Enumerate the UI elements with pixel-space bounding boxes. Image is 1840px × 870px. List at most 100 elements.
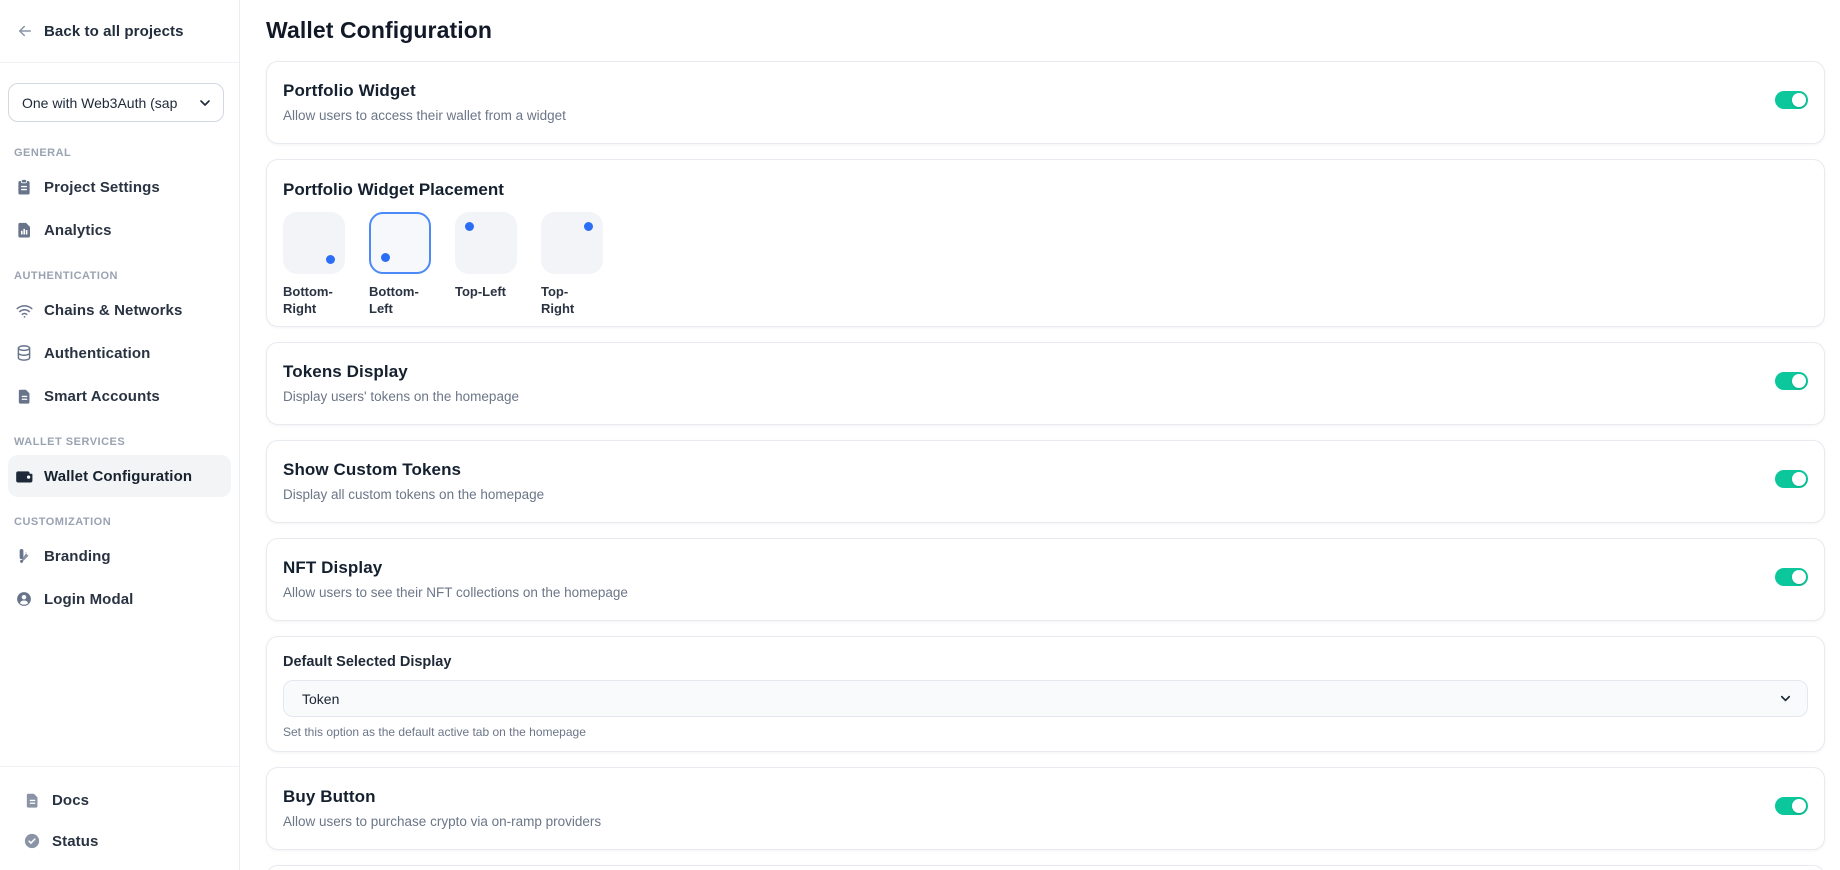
- settings-card-list: Portfolio Widget Allow users to access t…: [266, 61, 1825, 870]
- sidebar-item-label: Project Settings: [44, 179, 160, 196]
- sidebar-item-label: Wallet Configuration: [44, 468, 192, 485]
- section-label-authentication: AUTHENTICATION: [0, 265, 239, 287]
- sidebar-item-docs[interactable]: Docs: [16, 780, 223, 820]
- placement-label: Top-Right: [541, 283, 601, 317]
- placement-tile: [541, 212, 603, 274]
- file-icon: [14, 386, 34, 406]
- chevron-down-icon: [1778, 691, 1793, 706]
- chevron-down-icon: [197, 95, 213, 111]
- sidebar-footer: Docs Status: [0, 766, 239, 870]
- back-to-projects-link[interactable]: Back to all projects: [0, 0, 239, 63]
- card-text: NFT Display Allow users to see their NFT…: [283, 557, 628, 602]
- back-arrow-icon: [16, 22, 34, 40]
- card-description: Display users' tokens on the homepage: [283, 388, 519, 406]
- card-partially-visible: [266, 865, 1825, 870]
- tokens-display-toggle[interactable]: [1775, 372, 1808, 390]
- placement-dot: [465, 222, 474, 231]
- section-label-general: GENERAL: [0, 142, 239, 164]
- placement-dot: [584, 222, 593, 231]
- card-show-custom-tokens: Show Custom Tokens Display all custom to…: [266, 440, 1825, 523]
- card-title: Portfolio Widget: [283, 80, 566, 102]
- nft-display-toggle[interactable]: [1775, 568, 1808, 586]
- project-selector-value: One with Web3Auth (sap: [22, 95, 197, 111]
- toggle-knob: [1792, 374, 1806, 388]
- card-text: Tokens Display Display users' tokens on …: [283, 361, 519, 406]
- doc-icon: [22, 790, 42, 810]
- placement-tile: [283, 212, 345, 274]
- card-title: Portfolio Widget Placement: [283, 179, 1808, 201]
- sidebar-item-login-modal[interactable]: Login Modal: [8, 578, 231, 620]
- sidebar-item-label: Analytics: [44, 222, 112, 239]
- card-text: Show Custom Tokens Display all custom to…: [283, 459, 544, 504]
- buy-button-toggle[interactable]: [1775, 797, 1808, 815]
- sidebar-item-label: Status: [52, 833, 98, 850]
- placement-option-top-left[interactable]: Top-Left: [455, 212, 517, 317]
- card-description: Allow users to purchase crypto via on-ra…: [283, 813, 601, 831]
- app-window: Back to all projects One with Web3Auth (…: [0, 0, 1840, 870]
- database-icon: [14, 343, 34, 363]
- select-value: Token: [302, 691, 1778, 707]
- card-title: NFT Display: [283, 557, 628, 579]
- section-label-wallet-services: WALLET SERVICES: [0, 431, 239, 453]
- placement-option-bottom-left[interactable]: Bottom-Left: [369, 212, 431, 317]
- sidebar-item-chains-networks[interactable]: Chains & Networks: [8, 289, 231, 331]
- card-description: Allow users to see their NFT collections…: [283, 584, 628, 602]
- sidebar-item-branding[interactable]: Branding: [8, 535, 231, 577]
- select-label: Default Selected Display: [283, 653, 1808, 671]
- sidebar-item-status[interactable]: Status: [16, 821, 223, 861]
- portfolio-widget-toggle[interactable]: [1775, 91, 1808, 109]
- sidebar-item-label: Authentication: [44, 345, 150, 362]
- page-title: Wallet Configuration: [266, 17, 1825, 44]
- clipboard-icon: [14, 177, 34, 197]
- sidebar-nav: GENERAL Project Settings Analytics AUTHE…: [0, 128, 239, 621]
- brush-icon: [14, 546, 34, 566]
- card-portfolio-widget: Portfolio Widget Allow users to access t…: [266, 61, 1825, 144]
- wallet-icon: [14, 466, 34, 486]
- card-title: Buy Button: [283, 786, 601, 808]
- toggle-knob: [1792, 570, 1806, 584]
- card-default-selected-display: Default Selected Display Token Set this …: [266, 636, 1825, 752]
- toggle-knob: [1792, 799, 1806, 813]
- wifi-icon: [14, 300, 34, 320]
- card-description: Display all custom tokens on the homepag…: [283, 486, 544, 504]
- sidebar-item-label: Smart Accounts: [44, 388, 160, 405]
- placement-label: Top-Left: [455, 283, 515, 300]
- back-label: Back to all projects: [44, 23, 184, 40]
- sidebar-item-project-settings[interactable]: Project Settings: [8, 166, 231, 208]
- sidebar-item-smart-accounts[interactable]: Smart Accounts: [8, 375, 231, 417]
- sidebar-item-label: Docs: [52, 792, 89, 809]
- placement-option-top-right[interactable]: Top-Right: [541, 212, 603, 317]
- card-title: Tokens Display: [283, 361, 519, 383]
- card-description: Allow users to access their wallet from …: [283, 107, 566, 125]
- analytics-icon: [14, 220, 34, 240]
- sidebar-item-label: Login Modal: [44, 591, 133, 608]
- card-title: Show Custom Tokens: [283, 459, 544, 481]
- card-text: Portfolio Widget Allow users to access t…: [283, 80, 566, 125]
- main-content: Wallet Configuration Portfolio Widget Al…: [240, 0, 1840, 870]
- placement-options: Bottom-Right Bottom-Left Top-Left Top-Ri…: [283, 212, 1808, 317]
- select-helper-text: Set this option as the default active ta…: [283, 725, 1808, 740]
- card-nft-display: NFT Display Allow users to see their NFT…: [266, 538, 1825, 621]
- sidebar-item-label: Branding: [44, 548, 111, 565]
- sidebar-spacer: [0, 621, 239, 766]
- sidebar: Back to all projects One with Web3Auth (…: [0, 0, 240, 870]
- placement-option-bottom-right[interactable]: Bottom-Right: [283, 212, 345, 317]
- sidebar-item-analytics[interactable]: Analytics: [8, 209, 231, 251]
- section-label-customization: CUSTOMIZATION: [0, 511, 239, 533]
- toggle-knob: [1792, 472, 1806, 486]
- sidebar-item-wallet-configuration[interactable]: Wallet Configuration: [8, 455, 231, 497]
- toggle-knob: [1792, 93, 1806, 107]
- placement-dot: [326, 255, 335, 264]
- sidebar-item-authentication[interactable]: Authentication: [8, 332, 231, 374]
- show-custom-tokens-toggle[interactable]: [1775, 470, 1808, 488]
- card-tokens-display: Tokens Display Display users' tokens on …: [266, 342, 1825, 425]
- user-icon: [14, 589, 34, 609]
- placement-label: Bottom-Right: [283, 283, 343, 317]
- default-display-select[interactable]: Token: [283, 680, 1808, 717]
- check-circle-icon: [22, 831, 42, 851]
- project-selector-dropdown[interactable]: One with Web3Auth (sap: [8, 83, 224, 122]
- sidebar-item-label: Chains & Networks: [44, 302, 182, 319]
- card-buy-button: Buy Button Allow users to purchase crypt…: [266, 767, 1825, 850]
- placement-label: Bottom-Left: [369, 283, 429, 317]
- card-portfolio-widget-placement: Portfolio Widget Placement Bottom-Right …: [266, 159, 1825, 327]
